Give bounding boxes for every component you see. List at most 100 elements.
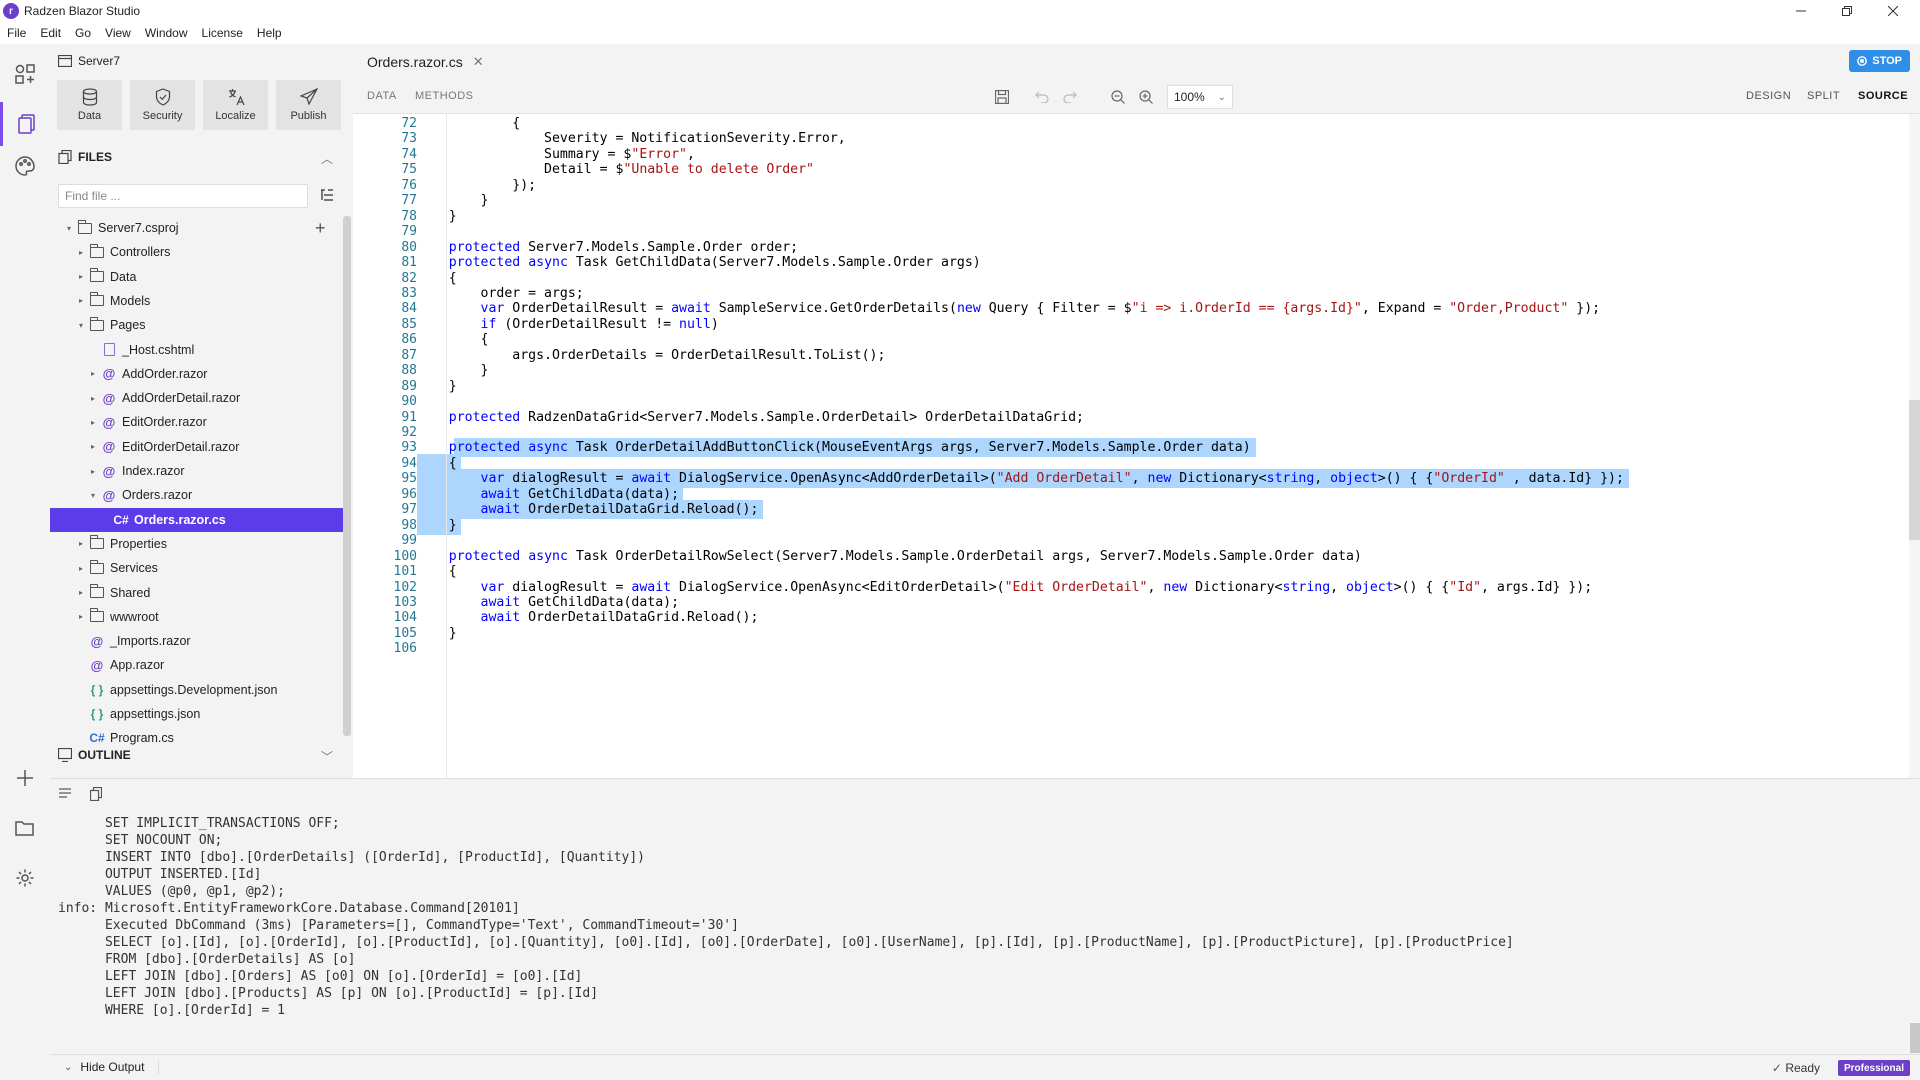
tree-item-label: Pages: [110, 318, 146, 333]
menu-window[interactable]: Window: [138, 26, 195, 40]
publish-tool-button[interactable]: Publish: [276, 80, 341, 130]
tree-item-label: Shared: [110, 585, 151, 600]
data-tool-button[interactable]: Data: [57, 80, 122, 130]
zoom-in-button[interactable]: [1137, 88, 1155, 106]
caret-right-icon[interactable]: ▸: [88, 418, 98, 427]
caret-down-icon[interactable]: ▾: [88, 491, 98, 500]
tree-item[interactable]: ▸ Services: [50, 556, 343, 580]
hide-output-button[interactable]: ⌄ Hide Output: [64, 1060, 160, 1074]
localize-tool-button[interactable]: Localize: [203, 80, 268, 130]
sidebar: Server7 Data Security Localize Publish F…: [50, 44, 353, 778]
caret-right-icon[interactable]: ▸: [88, 467, 98, 476]
caret-right-icon[interactable]: ▸: [88, 442, 98, 451]
chevron-down-icon: ⌄: [1217, 91, 1226, 103]
caret-right-icon[interactable]: ▸: [76, 296, 86, 305]
tree-item[interactable]: ▸ @ Index.razor: [50, 459, 343, 483]
add-button[interactable]: [0, 756, 50, 800]
tree-item[interactable]: ▾ Server7.csproj: [50, 216, 343, 240]
zoom-select[interactable]: 100% ⌄: [1167, 85, 1233, 109]
caret-right-icon[interactable]: ▸: [88, 369, 98, 378]
tree-item[interactable]: ▸ @ AddOrder.razor: [50, 362, 343, 386]
outline-section-header[interactable]: OUTLINE: [58, 748, 131, 762]
security-tool-button[interactable]: Security: [130, 80, 195, 130]
source-view-tab[interactable]: SOURCE: [1858, 90, 1908, 102]
security-tool-label: Security: [142, 110, 183, 122]
zoom-out-button[interactable]: [1109, 88, 1127, 106]
close-tab-icon[interactable]: ✕: [473, 54, 484, 70]
tree-item[interactable]: ▸ wwwroot: [50, 605, 343, 629]
chevron-down-icon[interactable]: ﹀: [321, 748, 333, 765]
tree-item[interactable]: { } appsettings.json: [50, 702, 343, 726]
menu-go[interactable]: Go: [68, 26, 98, 40]
redo-button[interactable]: [1061, 88, 1079, 106]
tree-item[interactable]: ▸ Shared: [50, 581, 343, 605]
theme-button[interactable]: [0, 144, 50, 188]
zoom-in-icon: [1139, 90, 1153, 104]
tree-item[interactable]: ▸ Models: [50, 289, 343, 313]
menu-view[interactable]: View: [98, 26, 138, 40]
tree-item[interactable]: ▸ @ EditOrder.razor: [50, 410, 343, 434]
tab-orders-razor-cs[interactable]: Orders.razor.cs ✕: [353, 44, 498, 80]
close-window-button[interactable]: [1870, 0, 1916, 22]
tree-item[interactable]: { } appsettings.Development.json: [50, 678, 343, 702]
tree-item[interactable]: _Host.cshtml: [50, 338, 343, 362]
save-button[interactable]: [993, 88, 1011, 106]
tab-label: Orders.razor.cs: [367, 54, 463, 70]
caret-right-icon[interactable]: ▸: [76, 564, 86, 573]
tree-item[interactable]: ▸ @ EditOrderDetail.razor: [50, 435, 343, 459]
data-subtab[interactable]: DATA: [367, 90, 397, 102]
output-scrollbar[interactable]: [1910, 1023, 1920, 1053]
tree-item[interactable]: C# Orders.razor.cs: [50, 507, 343, 532]
add-file-button[interactable]: +: [315, 216, 326, 240]
tree-item[interactable]: @ App.razor: [50, 653, 343, 677]
tree-item-label: Orders.razor: [122, 488, 193, 503]
palette-icon: [15, 156, 35, 176]
tree-item[interactable]: ▾ Pages: [50, 313, 343, 337]
menu-edit[interactable]: Edit: [33, 26, 68, 40]
files-section-header[interactable]: FILES: [58, 150, 112, 164]
tree-options-button[interactable]: [320, 188, 334, 205]
methods-subtab[interactable]: METHODS: [415, 90, 474, 102]
tree-item[interactable]: @ _Imports.razor: [50, 629, 343, 653]
menu-license[interactable]: License: [195, 26, 250, 40]
save-icon: [995, 90, 1009, 104]
razor-file-icon: @: [102, 463, 116, 479]
tree-item-label: EditOrderDetail.razor: [122, 439, 240, 454]
undo-button[interactable]: [1033, 88, 1051, 106]
caret-right-icon[interactable]: ▸: [76, 272, 86, 281]
stop-button[interactable]: STOP: [1849, 50, 1910, 72]
split-view-tab[interactable]: SPLIT: [1807, 90, 1840, 102]
design-view-tab[interactable]: DESIGN: [1746, 90, 1791, 102]
minimize-button[interactable]: [1778, 0, 1824, 22]
tree-item[interactable]: ▸ Properties: [50, 532, 343, 556]
explorer-button[interactable]: [0, 102, 50, 146]
caret-right-icon[interactable]: ▸: [88, 394, 98, 403]
caret-right-icon[interactable]: ▸: [76, 612, 86, 621]
caret-down-icon[interactable]: ▾: [76, 321, 86, 330]
tree-item[interactable]: ▸ Data: [50, 265, 343, 289]
caret-down-icon[interactable]: ▾: [64, 224, 74, 233]
tree-item[interactable]: ▸ @ AddOrderDetail.razor: [50, 386, 343, 410]
tree-item[interactable]: C# Program.cs: [50, 726, 343, 750]
editor-scrollbar-thumb[interactable]: [1909, 400, 1920, 540]
menu-file[interactable]: File: [0, 26, 33, 40]
menu-help[interactable]: Help: [250, 26, 289, 40]
caret-right-icon[interactable]: ▸: [76, 248, 86, 257]
maximize-button[interactable]: [1824, 0, 1870, 22]
caret-right-icon[interactable]: ▸: [76, 588, 86, 597]
components-button[interactable]: [0, 52, 50, 96]
hide-output-label: Hide Output: [80, 1060, 145, 1074]
file-tree-scrollbar[interactable]: [343, 216, 351, 736]
chevron-up-icon[interactable]: ︿: [321, 150, 333, 167]
open-folder-button[interactable]: [0, 806, 50, 850]
settings-button[interactable]: [0, 856, 50, 900]
wrap-lines-button[interactable]: [58, 787, 72, 804]
license-badge[interactable]: Professional: [1837, 1060, 1910, 1076]
caret-right-icon[interactable]: ▸: [76, 539, 86, 548]
find-file-input[interactable]: [58, 184, 308, 208]
output-panel: SET IMPLICIT_TRANSACTIONS OFF; SET NOCOU…: [50, 778, 1920, 1054]
tree-item[interactable]: ▾ @ Orders.razor: [50, 483, 343, 507]
copy-output-button[interactable]: [89, 786, 103, 804]
tree-item[interactable]: ▸ Controllers: [50, 240, 343, 264]
code-editor[interactable]: 72 73 74 75 76 77 78 79 80 81 82 83 84 85 86 87 88 89 90 91…: [353, 114, 1909, 778]
